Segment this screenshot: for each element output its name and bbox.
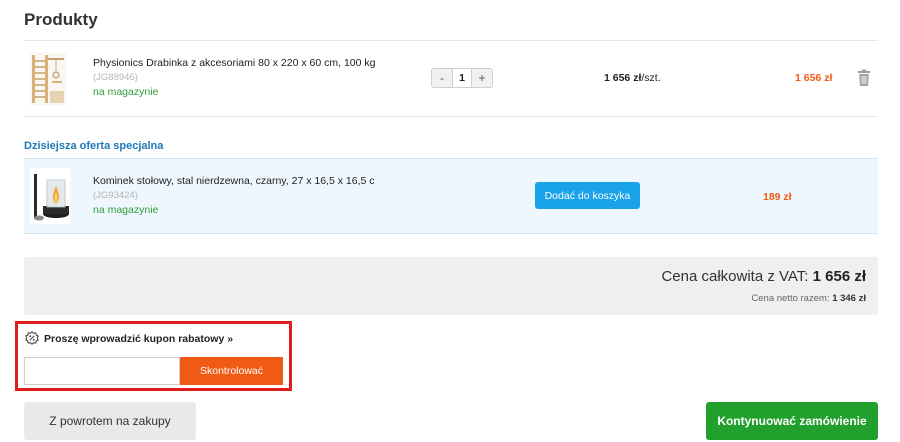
special-offer-box: [24, 158, 878, 234]
unit-price-value: 1 656 zł: [604, 72, 642, 84]
divider: [24, 40, 878, 41]
coupon-check-button[interactable]: Skontrolować: [180, 357, 283, 385]
offer-product-name[interactable]: Kominek stołowy, stal nierdzewna, czarny…: [93, 175, 375, 187]
quantity-increase-button[interactable]: +: [472, 69, 492, 87]
continue-order-button[interactable]: Kontynuować zamówienie: [706, 402, 878, 440]
coupon-toggle-link[interactable]: Proszę wprowadzić kupon rabatowy »: [44, 333, 233, 345]
offer-price: 189 zł: [763, 191, 792, 203]
unit-price-suffix: /szt.: [641, 72, 661, 84]
offer-product-code: (JG93424): [93, 190, 138, 201]
quantity-stepper: - 1 +: [431, 68, 493, 88]
total-gross-value: 1 656 zł: [812, 268, 866, 285]
row-total-price: 1 656 zł: [795, 72, 833, 84]
product-code: (JG88946): [93, 72, 138, 83]
total-net: Cena netto razem: 1 346 zł: [751, 293, 866, 304]
table-fireplace-product-image[interactable]: [30, 168, 70, 224]
stock-status: na magazynie: [93, 86, 159, 98]
offer-stock-status: na magazynie: [93, 204, 159, 216]
total-net-label: Cena netto razem:: [751, 293, 833, 304]
discount-badge-icon: [25, 331, 39, 345]
total-gross-label: Cena całkowita z VAT:: [661, 268, 813, 285]
special-offer-title: Dzisiejsza oferta specjalna: [24, 140, 164, 152]
total-gross: Cena całkowita z VAT: 1 656 zł: [661, 268, 866, 285]
quantity-decrease-button[interactable]: -: [432, 69, 452, 87]
product-name[interactable]: Physionics Drabinka z akcesoriami 80 x 2…: [93, 57, 375, 69]
coupon-code-input[interactable]: [24, 357, 180, 385]
unit-price: 1 656 zł/szt.: [604, 72, 661, 84]
add-to-cart-button[interactable]: Dodać do koszyka: [535, 182, 640, 209]
products-title: Produkty: [24, 10, 98, 29]
trash-icon[interactable]: [857, 69, 871, 87]
back-to-shopping-button[interactable]: Z powrotem na zakupy: [24, 402, 196, 440]
totals-box: [24, 257, 878, 315]
wall-bars-product-image[interactable]: [28, 51, 68, 107]
divider: [24, 116, 878, 117]
total-net-value: 1 346 zł: [832, 293, 866, 304]
quantity-value[interactable]: 1: [452, 69, 472, 87]
